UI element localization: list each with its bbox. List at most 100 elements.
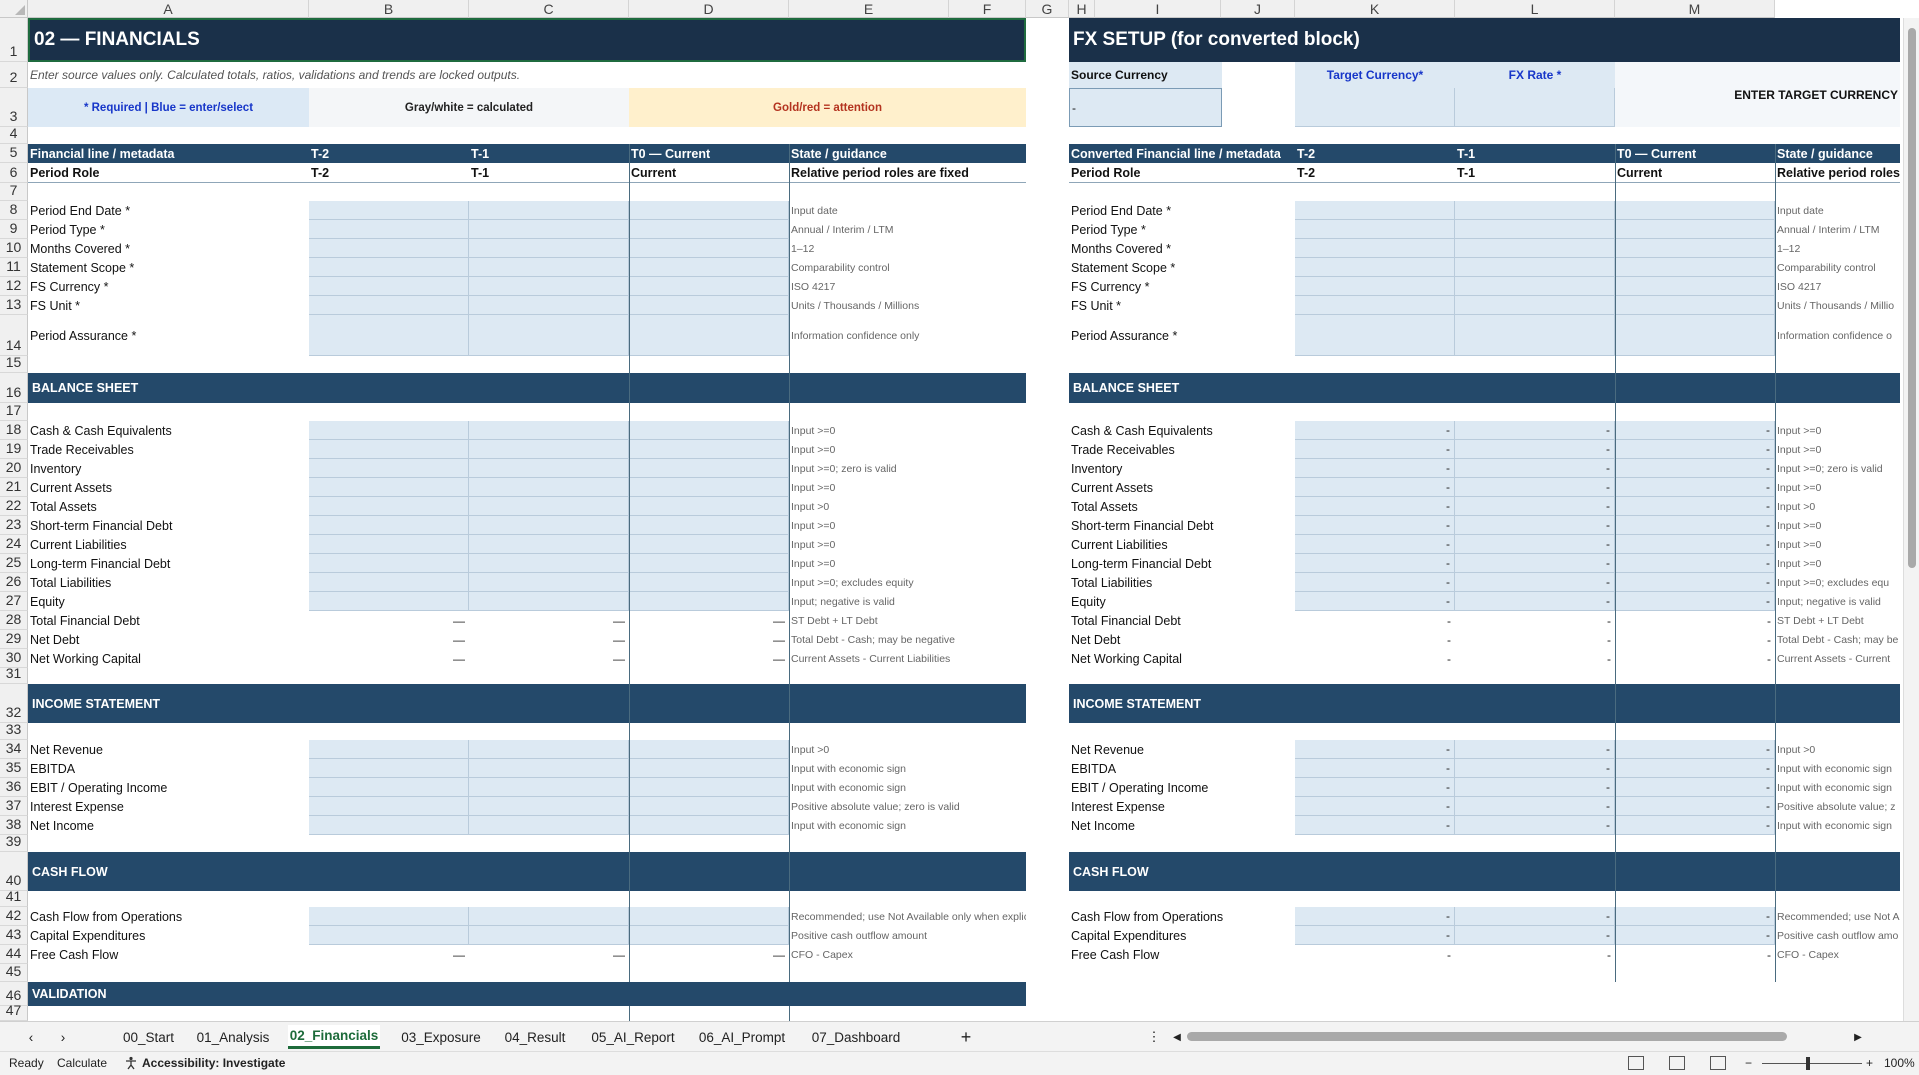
converted-value[interactable]: - [1615,816,1775,835]
guidance-text[interactable]: Input >=0 [1775,554,1900,573]
source-currency-value[interactable]: - [1069,88,1222,127]
row-header[interactable]: 25 [0,554,28,573]
input-cell[interactable] [309,459,469,478]
section-balance-sheet[interactable]: BALANCE SHEET [28,373,1026,403]
converted-value[interactable]: - [1295,649,1455,668]
converted-value[interactable]: - [1615,759,1775,778]
converted-value[interactable]: - [1455,926,1615,945]
guidance-text[interactable]: Input date [789,201,1026,220]
input-cell[interactable] [469,459,629,478]
line-label[interactable]: Statement Scope * [28,258,309,277]
column-header[interactable]: J [1221,0,1295,18]
line-label[interactable]: Equity [1069,592,1295,611]
column-header[interactable]: G [1026,0,1069,18]
converted-value[interactable]: - [1615,611,1775,630]
converted-value[interactable]: - [1295,554,1455,573]
line-label[interactable]: Total Liabilities [28,573,309,592]
fx-rate-label[interactable]: FX Rate * [1455,62,1615,88]
input-cell[interactable] [629,497,789,516]
vertical-scroll-thumb[interactable] [1908,28,1916,568]
guidance-text[interactable]: 1–12 [1775,239,1900,258]
input-cell[interactable] [469,497,629,516]
row-header[interactable]: 16 [0,373,28,403]
input-cell[interactable] [309,516,469,535]
row-header[interactable]: 23 [0,516,28,535]
guidance-text[interactable]: Positive absolute value; z [1775,797,1900,816]
input-cell[interactable] [629,740,789,759]
input-cell[interactable] [309,220,469,239]
converted-value[interactable]: - [1455,459,1615,478]
tab-scroll-left-icon[interactable]: ‹ [22,1025,40,1049]
line-label[interactable]: FS Unit * [28,296,309,315]
vertical-scrollbar[interactable] [1903,18,1919,1021]
input-cell[interactable] [469,816,629,835]
line-label[interactable]: Interest Expense [28,797,309,816]
guidance-text[interactable]: Information confidence o [1775,315,1900,356]
input-cell[interactable] [309,296,469,315]
converted-value[interactable]: - [1295,740,1455,759]
fx-setup-title[interactable]: FX SETUP (for converted block) [1069,18,1900,62]
line-label[interactable]: Net Working Capital [1069,649,1295,668]
converted-value[interactable] [1295,315,1455,356]
tab-scroll-right-icon[interactable]: › [54,1025,72,1049]
sheet-tab[interactable]: 04_Result [500,1025,570,1049]
input-cell[interactable] [469,759,629,778]
line-label[interactable]: Long-term Financial Debt [28,554,309,573]
input-cell[interactable] [309,816,469,835]
input-cell[interactable] [629,239,789,258]
row-header[interactable]: 2 [0,62,28,88]
row-header[interactable]: 43 [0,926,28,945]
input-cell[interactable] [309,258,469,277]
converted-value[interactable]: - [1615,778,1775,797]
column-header[interactable]: B [309,0,469,18]
guidance-text[interactable]: Input with economic sign [1775,816,1900,835]
period-role-cell[interactable]: T-2 [309,163,469,183]
line-label[interactable]: FS Unit * [1069,296,1295,315]
converted-value[interactable] [1615,220,1775,239]
calc-value[interactable]: — [629,649,789,668]
row-header[interactable]: 45 [0,963,28,982]
converted-value[interactable] [1455,239,1615,258]
converted-value[interactable] [1295,277,1455,296]
converted-value[interactable]: - [1295,907,1455,926]
converted-value[interactable]: - [1295,440,1455,459]
line-label[interactable]: Period Assurance * [1069,315,1295,356]
converted-value[interactable]: - [1615,516,1775,535]
converted-value[interactable]: - [1295,592,1455,611]
input-cell[interactable] [309,797,469,816]
normal-view-icon[interactable] [1628,1056,1644,1070]
input-cell[interactable] [469,573,629,592]
row-header[interactable]: 29 [0,630,28,649]
input-cell[interactable] [469,421,629,440]
calc-value[interactable]: — [309,649,469,668]
converted-value[interactable]: - [1615,535,1775,554]
input-cell[interactable] [629,478,789,497]
row-header[interactable]: 31 [0,665,28,684]
column-header[interactable]: H [1069,0,1095,18]
calc-label[interactable]: Total Financial Debt [28,611,309,630]
line-label[interactable]: Short-term Financial Debt [28,516,309,535]
input-cell[interactable] [309,778,469,797]
converted-value[interactable] [1615,315,1775,356]
sheet-tab[interactable]: 02_Financials [288,1025,380,1049]
row-header[interactable]: 17 [0,402,28,421]
guidance-text[interactable]: Input date [1775,201,1900,220]
target-currency-input[interactable] [1295,88,1455,127]
sheet-tab[interactable]: 01_Analysis [193,1025,273,1049]
guidance-text[interactable]: Input >0 [789,497,1026,516]
worksheet-grid[interactable]: A B C D E F G H I J K L M 1 2 3 4 5 6 7 8 9 10 11 12 13 14 15 16 17 18… [0,0,1919,1021]
converted-value[interactable]: - [1455,535,1615,554]
guidance-text[interactable]: ST Debt + LT Debt [789,611,1026,630]
guidance-text[interactable]: Input >=0 [789,421,1026,440]
line-label[interactable]: Equity [28,592,309,611]
converted-value[interactable]: - [1295,573,1455,592]
calc-value[interactable]: — [629,611,789,630]
converted-value[interactable] [1455,277,1615,296]
row-header[interactable]: 34 [0,740,28,759]
column-title[interactable]: T0 — Current [629,144,789,163]
input-cell[interactable] [469,592,629,611]
calc-value[interactable]: — [629,630,789,649]
converted-value[interactable] [1455,220,1615,239]
guidance-text[interactable]: Input >0 [1775,740,1900,759]
converted-value[interactable] [1455,201,1615,220]
